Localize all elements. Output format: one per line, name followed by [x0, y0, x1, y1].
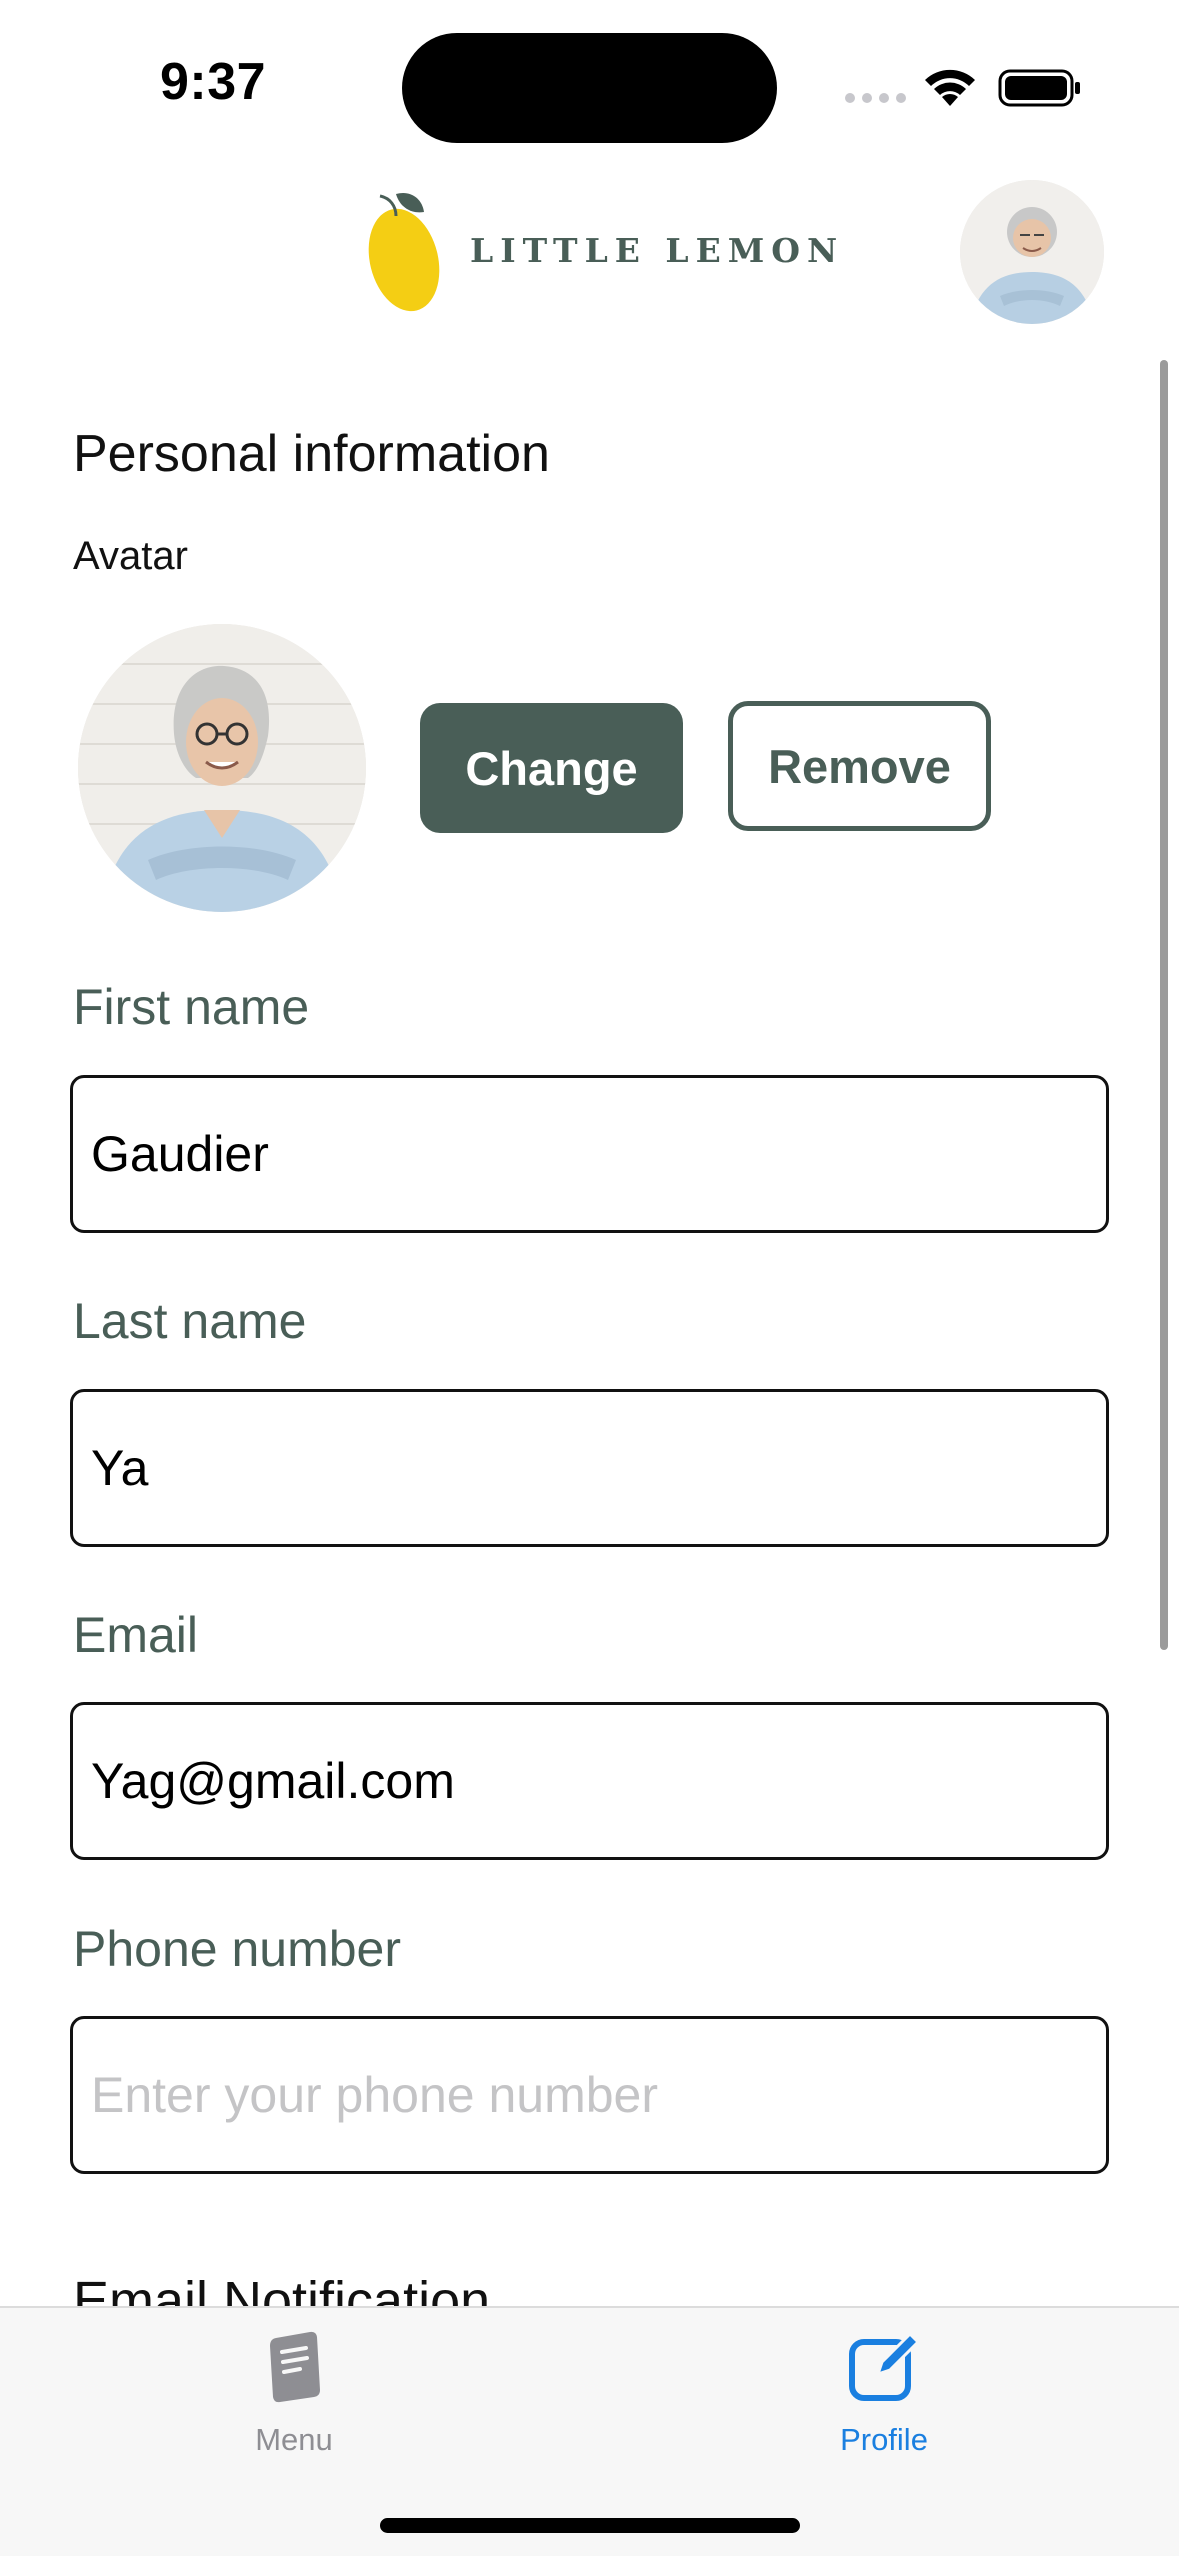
document-icon [270, 2331, 320, 2403]
wifi-icon [925, 69, 975, 106]
email-label: Email [73, 1607, 199, 1663]
logo-text: LITTLE LEMON [470, 230, 845, 270]
profile-screen: 9:37 LITTLE LEMON Personal information A… [0, 0, 1179, 2556]
header-profile-avatar[interactable] [960, 180, 1104, 324]
last-name-value: Ya [91, 1440, 149, 1496]
home-indicator[interactable] [380, 2518, 800, 2533]
email-value: Yag@gmail.com [91, 1753, 455, 1809]
edit-square-icon [849, 2331, 921, 2401]
lemon-icon [368, 192, 440, 312]
profile-avatar-image [78, 624, 366, 912]
dynamic-island [402, 33, 777, 143]
tab-profile-label: Profile [840, 2422, 928, 2457]
first-name-value: Gaudier [91, 1126, 269, 1182]
first-name-field[interactable]: Gaudier [70, 1075, 1109, 1233]
status-time: 9:37 [160, 53, 267, 111]
tab-menu-label: Menu [255, 2422, 333, 2457]
email-field[interactable]: Yag@gmail.com [70, 1702, 1109, 1860]
phone-field[interactable]: Enter your phone number [70, 2016, 1109, 2174]
phone-label: Phone number [73, 1921, 402, 1977]
phone-placeholder: Enter your phone number [91, 2067, 659, 2123]
change-avatar-button[interactable]: Change [420, 703, 683, 833]
avatar-label: Avatar [73, 534, 188, 578]
scroll-indicator[interactable] [1160, 360, 1168, 1650]
remove-avatar-button[interactable]: Remove [728, 701, 991, 831]
battery-icon [998, 69, 1080, 107]
section-title: Personal information [73, 425, 550, 483]
last-name-field[interactable]: Ya [70, 1389, 1109, 1547]
first-name-label: First name [73, 979, 310, 1035]
tab-menu[interactable]: Menu [184, 2326, 404, 2458]
little-lemon-logo: LITTLE LEMON [366, 188, 844, 312]
cellular-signal-icon [845, 93, 906, 103]
tab-profile[interactable]: Profile [774, 2326, 994, 2458]
tab-bar: Menu Profile [0, 2306, 1179, 2556]
last-name-label: Last name [73, 1293, 307, 1349]
